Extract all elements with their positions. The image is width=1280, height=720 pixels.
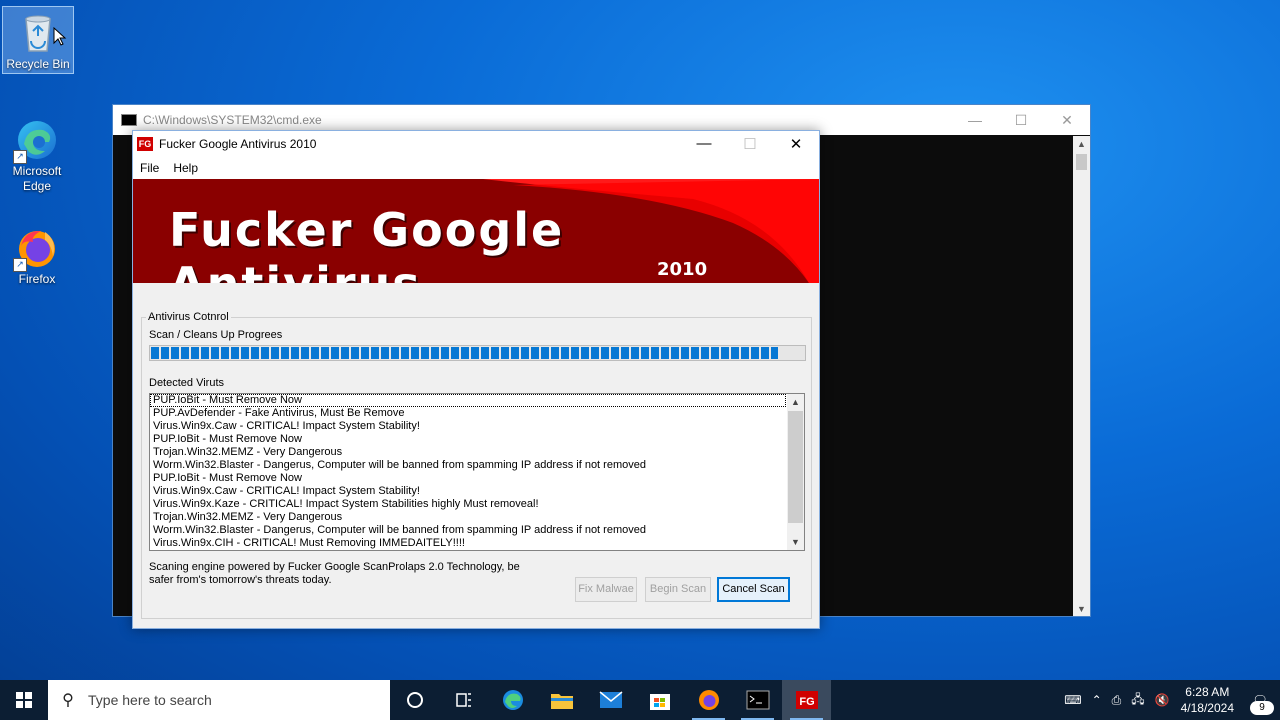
close-button[interactable]: ✕ [773,135,819,153]
menu-bar: File Help [133,157,819,179]
firefox-icon: ↗ [13,226,59,272]
search-placeholder: Type here to search [88,692,212,708]
scroll-down-icon[interactable]: ▼ [1073,604,1090,614]
meet-now-icon[interactable]: ⎙ [1107,693,1127,708]
group-label: Antivirus Cotnrol [148,311,229,323]
minimize-button[interactable]: — [952,112,998,129]
chevron-up-icon[interactable]: ⌃ [1087,693,1107,707]
clock[interactable]: 6:28 AM 4/18/2024 [1175,684,1240,716]
close-button[interactable]: ✕ [1044,112,1090,129]
edge-icon [502,690,523,710]
detected-virus-list[interactable]: PUP.IoBit - Must Remove Now PUP.AvDefende… [149,393,805,551]
notification-badge: 9 [1250,701,1274,715]
desktop-icon-label: Microsoft Edge [12,164,62,193]
detected-label: Detected Viruts [149,377,225,389]
desktop-icon-label: Recycle Bin [6,57,70,71]
task-view-icon [455,693,471,707]
taskbar-firefox[interactable] [684,680,733,720]
list-scrollbar[interactable]: ▲ ▼ [787,394,804,550]
taskbar-store[interactable] [635,680,684,720]
begin-scan-button[interactable]: Begin Scan [645,577,711,602]
taskbar: ⚲ Type here to search FG ⌨ ⌃ ⎙ 🖧 🔇 6:28 … [0,680,1280,720]
volume-muted-icon[interactable]: 🔇 [1150,693,1175,707]
list-item[interactable]: Virus.Win9x.Kaze - CRITICAL! Impact Syst… [150,498,804,511]
antivirus-app-icon: FG [795,691,818,709]
mail-icon [599,691,622,708]
list-item[interactable]: PUP.AvDefender - Fake Antivirus, Must Be… [150,407,804,420]
cmd-scrollbar[interactable]: ▲ ▼ [1073,136,1090,616]
desktop-icon-firefox[interactable]: ↗ Firefox [2,222,72,287]
list-item[interactable]: PUP.IoBit - Must Remove Now [150,433,804,446]
cortana-icon [406,692,423,708]
fix-malware-button[interactable]: Fix Malwae [575,577,637,602]
cancel-scan-button[interactable]: Cancel Scan [717,577,790,602]
taskbar-search-box[interactable]: ⚲ Type here to search [48,680,390,720]
av-title-bar[interactable]: FG Fucker Google Antivirus 2010 — ☐ ✕ [133,131,819,157]
start-button[interactable] [0,680,48,720]
clock-date: 4/18/2024 [1180,701,1234,715]
list-item[interactable]: Worm.Win32.Blaster - Dangerus, Computer … [150,524,804,537]
notification-center-button[interactable]: 🗨 9 [1240,693,1280,715]
task-view-button[interactable] [439,680,488,720]
taskbar-edge[interactable] [488,680,537,720]
minimize-button[interactable]: — [681,135,727,153]
list-item[interactable]: Trojan.Win32.MEMZ - Very Dangerous [150,511,804,524]
list-item[interactable]: Worm.Win32.Blaster - Dangerus, Computer … [150,459,804,472]
scrollbar-thumb[interactable] [1076,154,1087,170]
maximize-button[interactable]: ☐ [998,112,1044,129]
store-icon [649,694,670,710]
shortcut-arrow-icon: ↗ [13,150,27,164]
menu-help[interactable]: Help [166,161,205,175]
shortcut-arrow-icon: ↗ [13,258,27,272]
engine-info-text: Scaning engine powered by Fucker Google … [149,561,520,586]
list-item[interactable]: Virus.Win9x.Caw - CRITICAL! Impact Syste… [150,420,804,433]
mouse-cursor-icon [53,27,67,46]
taskbar-antivirus[interactable]: FG [782,680,831,720]
scroll-up-icon[interactable]: ▲ [787,397,804,407]
list-item[interactable]: Virus.Win9x.Caw - CRITICAL! Impact Syste… [150,485,804,498]
banner: Fucker Google Antivirus 2010 [133,179,819,283]
scan-progress-bar [149,345,806,361]
taskbar-apps: FG [390,680,831,720]
firefox-icon [698,690,719,710]
list-item[interactable]: Virus.Win9x.CIH - CRITICAL! Must Removin… [150,537,804,550]
network-icon[interactable]: 🖧 [1126,690,1149,711]
av-app-icon: FG [137,137,153,151]
cmd-window-title: C:\Windows\SYSTEM32\cmd.exe [143,113,322,127]
progress-label: Scan / Cleans Up Progrees [149,329,283,341]
system-tray: ⌨ ⌃ ⎙ 🖧 🔇 6:28 AM 4/18/2024 🗨 9 [1059,684,1280,716]
desktop-icon-label: Firefox [18,272,56,286]
cortana-button[interactable] [390,680,439,720]
taskbar-command-prompt[interactable] [733,680,782,720]
svg-text:FG: FG [799,696,814,708]
taskbar-file-explorer[interactable] [537,680,586,720]
windows-logo-icon [16,692,32,708]
list-item[interactable]: Trojan.Win32.MEMZ - Very Dangerous [150,446,804,459]
cmd-app-icon [121,114,137,126]
scroll-up-icon[interactable]: ▲ [1073,139,1090,149]
menu-file[interactable]: File [133,161,166,175]
list-item[interactable]: PUP.IoBit - Must Remove Now [150,472,804,485]
taskbar-mail[interactable] [586,680,635,720]
scroll-down-icon[interactable]: ▼ [787,537,804,547]
command-prompt-icon [746,690,769,710]
edge-icon: ↗ [13,118,59,164]
maximize-button: ☐ [743,136,757,153]
progress-fill [151,347,778,359]
folder-icon [550,694,573,709]
list-item[interactable]: PUP.IoBit - Must Remove Now [150,394,786,407]
antivirus-window[interactable]: FG Fucker Google Antivirus 2010 — ☐ ✕ Fi… [132,130,820,629]
keyboard-icon[interactable]: ⌨ [1059,693,1086,707]
clock-time: 6:28 AM [1185,685,1230,699]
search-icon: ⚲ [62,692,74,709]
banner-title: Fucker Google Antivirus [169,203,565,283]
banner-year: 2010 [657,259,708,280]
desktop-icon-edge[interactable]: ↗ Microsoft Edge [2,114,72,194]
av-window-title: Fucker Google Antivirus 2010 [159,137,317,151]
scrollbar-thumb[interactable] [788,411,803,523]
